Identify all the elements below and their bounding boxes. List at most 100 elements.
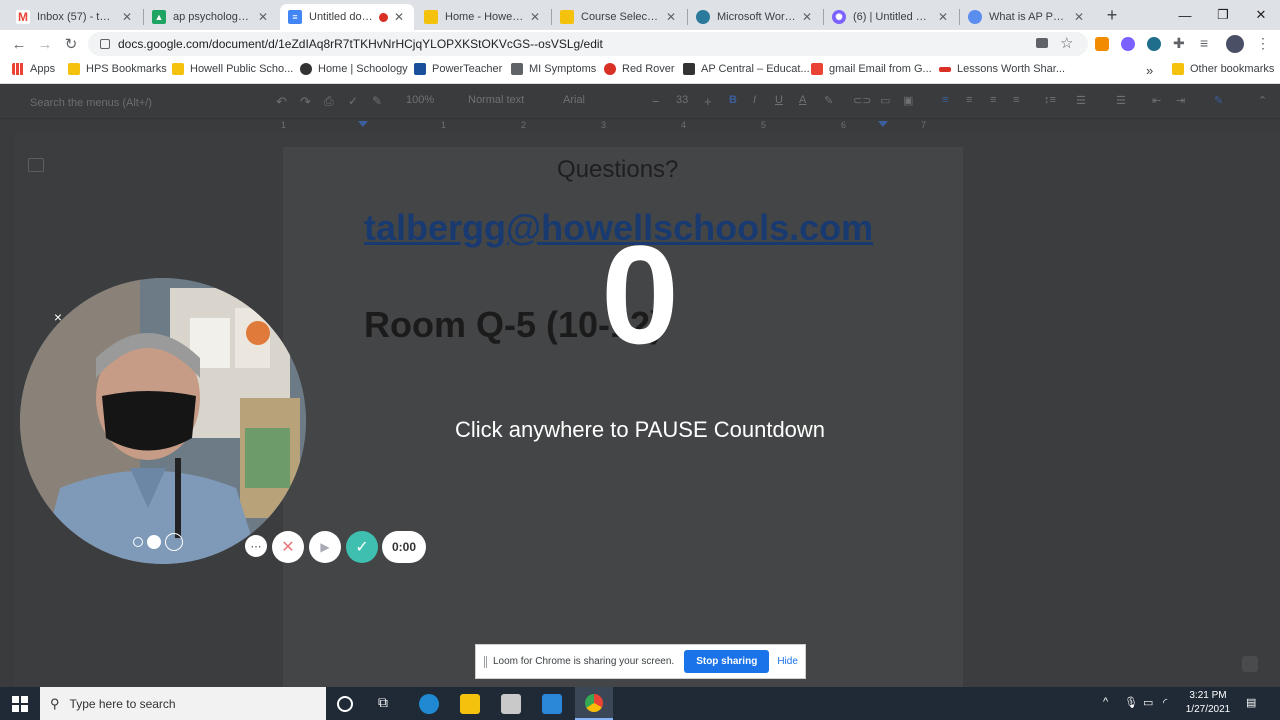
document-outline-icon[interactable] [28,158,44,172]
undo-icon[interactable]: ↶ [276,94,287,110]
align-left-icon[interactable]: ≡ [942,94,948,106]
other-bookmarks[interactable]: Other bookmarks [1172,63,1274,75]
font-select[interactable]: Arial [563,94,585,106]
size-large-icon[interactable] [165,533,183,551]
tray-overflow-icon[interactable]: ^ [1103,696,1108,708]
bookmark-schoology[interactable]: Home | Schoology [300,63,408,75]
tab-ap-psychology[interactable]: What is AP Psychology ✕ [960,4,1094,30]
close-camera-icon[interactable]: × [50,309,66,325]
finish-recording-button[interactable]: ✓ [346,531,378,563]
italic-icon[interactable]: I [753,94,756,106]
print-icon[interactable]: ⎙ [324,94,334,109]
reload-icon[interactable]: ↻ [60,34,82,54]
back-icon[interactable]: ← [8,34,30,54]
comment-icon[interactable]: ▭ [880,94,890,107]
left-indent-marker[interactable] [358,121,368,127]
bookmark-powerteacher[interactable]: PowerTeacher [414,63,502,75]
countdown-number[interactable]: 0 [560,225,720,365]
profile-avatar[interactable] [1226,35,1244,53]
tab-course-selection[interactable]: Course Selection and ✕ [552,4,686,30]
shield-extension-icon[interactable] [1147,37,1161,51]
taskbar-search-input[interactable]: ⚲ Type here to search [40,687,326,720]
file-explorer-icon[interactable] [460,694,480,714]
tab-gmail[interactable]: M Inbox (57) - talbergg ✕ [8,4,142,30]
justify-icon[interactable]: ≡ [1013,94,1019,106]
underline-icon[interactable]: U [775,94,783,106]
chrome-taskbar-item[interactable] [575,687,613,720]
restore-icon[interactable]: ❐ [1204,0,1242,30]
zoom-select[interactable]: 100% [406,94,434,106]
close-tab-icon[interactable]: ✕ [800,10,814,24]
extension-icon[interactable] [1095,37,1109,51]
redo-icon[interactable]: ↷ [300,94,311,110]
bookmark-apps[interactable]: Apps [12,63,55,75]
drag-handle-icon[interactable] [484,655,487,668]
style-select[interactable]: Normal text [468,94,524,106]
notifications-icon[interactable]: ▤ [1246,696,1256,709]
decrease-font-size-icon[interactable]: − [652,94,660,109]
loom-extension-icon[interactable] [1121,37,1135,51]
mail-icon[interactable] [542,694,562,714]
font-size-field[interactable]: 33 [676,94,688,106]
close-tab-icon[interactable]: ✕ [256,10,270,24]
bookmarks-overflow-button[interactable]: » [1146,63,1153,78]
menu-search-input[interactable]: Search the menus (Alt+/) [22,93,252,113]
collapse-menus-icon[interactable]: ⌃ [1258,94,1267,107]
wifi-icon[interactable]: ◜ [1163,696,1167,709]
store-icon[interactable] [501,694,521,714]
bookmark-gmail[interactable]: gmail Email from G... [811,63,932,75]
extensions-puzzle-icon[interactable]: ✚ [1173,35,1185,52]
checklist-icon[interactable]: ☰ [1076,94,1086,107]
size-small-icon[interactable] [133,537,143,547]
bubble-size-toggle[interactable] [133,531,193,553]
bookmark-mi-symptoms[interactable]: MI Symptoms [511,63,596,75]
increase-font-size-icon[interactable]: + [704,94,712,109]
align-right-icon[interactable]: ≡ [990,94,996,106]
highlight-icon[interactable]: ✎ [824,94,833,107]
more-options-button[interactable]: ⋯ [245,535,267,557]
tab-untitled-document[interactable]: ≡ Untitled document ✕ [280,4,414,30]
link-icon[interactable]: ⊂⊃ [853,94,871,107]
bulleted-list-icon[interactable]: ☰ [1116,94,1126,107]
start-button[interactable] [0,687,40,720]
text-color-icon[interactable]: A [799,94,806,106]
bold-icon[interactable]: B [729,94,737,106]
cancel-recording-button[interactable]: ✕ [272,531,304,563]
bookmark-ap-central[interactable]: AP Central – Educat... [683,63,810,75]
bookmark-red-rover[interactable]: Red Rover [604,63,675,75]
close-window-icon[interactable]: ✕ [1242,0,1280,30]
decrease-indent-icon[interactable]: ⇤ [1152,94,1161,107]
minimize-icon[interactable]: — [1166,0,1204,30]
media-control-icon[interactable]: ≡ [1200,35,1208,51]
close-tab-icon[interactable]: ✕ [392,10,406,24]
camera-icon[interactable] [1036,38,1048,48]
new-tab-button[interactable]: + [1100,5,1124,25]
cortana-icon[interactable] [337,696,353,712]
bookmark-lessons[interactable]: Lessons Worth Shar... [939,63,1065,75]
system-clock[interactable]: 3:21 PM 1/27/2021 [1180,689,1236,717]
editing-mode-icon[interactable]: ✎ [1214,94,1223,107]
forward-icon[interactable]: → [34,34,56,54]
task-view-icon[interactable]: ⧉ [378,694,398,714]
size-medium-icon[interactable] [147,535,161,549]
tab-howell-home[interactable]: Home - Howell Public Schools ✕ [416,4,550,30]
battery-icon[interactable]: ▭ [1143,696,1153,709]
hide-button[interactable]: Hide [777,656,798,667]
address-bar[interactable]: docs.google.com/document/d/1eZdIAq8rR7tT… [88,32,1088,56]
bookmark-hps[interactable]: HPS Bookmarks [68,63,167,75]
close-tab-icon[interactable]: ✕ [936,10,950,24]
bookmark-howell[interactable]: Howell Public Scho... [172,63,293,75]
explore-icon[interactable] [1242,656,1258,672]
tab-drive[interactable]: ▲ ap psychology - Google Drive ✕ [144,4,278,30]
paint-format-icon[interactable]: ✎ [372,94,382,108]
right-indent-marker[interactable] [878,121,888,127]
increase-indent-icon[interactable]: ⇥ [1176,94,1185,107]
browser-menu-icon[interactable]: ⋮ [1256,35,1270,52]
tab-untitled-6[interactable]: ✺ (6) | Untitled document ✕ [824,4,958,30]
bookmark-star-icon[interactable]: ☆ [1060,34,1073,52]
resume-button[interactable]: ▶ [309,531,341,563]
tab-microsoft-word[interactable]: Microsoft Word - Course ✕ [688,4,822,30]
edge-icon[interactable] [419,694,439,714]
close-tab-icon[interactable]: ✕ [528,10,542,24]
close-tab-icon[interactable]: ✕ [1072,10,1086,24]
